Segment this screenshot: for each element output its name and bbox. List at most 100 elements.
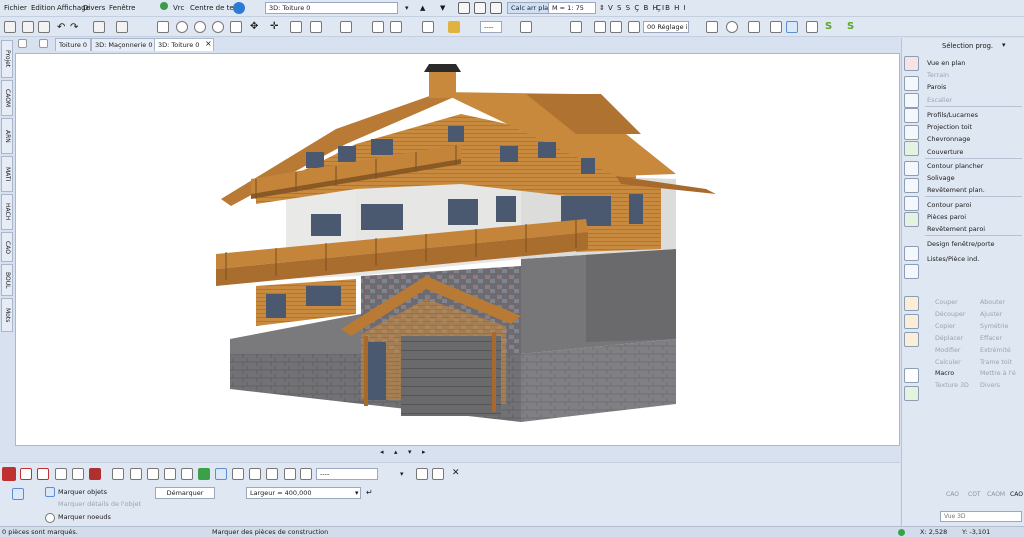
cube-3-icon[interactable] — [164, 468, 176, 480]
vtab-boul[interactable]: BOUL — [1, 264, 13, 296]
house-outline-icon[interactable] — [72, 468, 84, 480]
mark-n-icon[interactable] — [20, 468, 32, 480]
cube-2-icon[interactable] — [147, 468, 159, 480]
binoculars-icon[interactable] — [770, 21, 782, 33]
pencil-icon[interactable] — [448, 21, 460, 33]
arrow-down-icon[interactable]: ▼ — [440, 4, 445, 12]
floor-contour-icon[interactable] — [904, 161, 919, 176]
layer-icon[interactable] — [570, 21, 582, 33]
enter-icon[interactable]: ↵ — [366, 488, 373, 497]
profiles-icon[interactable] — [904, 108, 919, 123]
chevron-down-icon[interactable]: ▾ — [1002, 41, 1006, 49]
edit-tool-icon[interactable] — [904, 296, 919, 311]
mark-s-icon[interactable] — [37, 468, 49, 480]
chevron-down-icon[interactable]: ▾ — [405, 4, 409, 12]
paint-icon[interactable] — [300, 468, 312, 480]
rp-vue-en-plan[interactable]: Vue en plan — [927, 59, 965, 67]
zoom-out-icon[interactable] — [212, 21, 224, 33]
menu-fenetre[interactable]: Fenêtre — [109, 4, 135, 12]
largeur-field[interactable]: Largeur = 400,000 — [246, 487, 361, 499]
mark-icon[interactable] — [2, 467, 16, 481]
line-icon[interactable] — [520, 21, 532, 33]
vtab-mati[interactable]: MATI — [1, 156, 13, 192]
sync-icon[interactable] — [233, 2, 245, 14]
demarquer-button[interactable]: Démarquer — [155, 487, 215, 499]
rp-profils[interactable]: Profils/Lucarnes — [927, 111, 978, 119]
layer-stack-icon[interactable] — [706, 21, 718, 33]
snap-s-icon[interactable]: S — [825, 21, 832, 32]
rp-tab-cao[interactable]: CAO — [946, 491, 959, 498]
edit-tool-3-icon[interactable] — [904, 332, 919, 347]
rp-revetement-paroi[interactable]: Revêtement paroi — [927, 225, 985, 233]
view-select[interactable]: 3D: Toiture 0 — [265, 2, 398, 14]
house-small-icon[interactable] — [55, 468, 67, 480]
rp-tab-cot[interactable]: COT — [968, 491, 981, 498]
snap-s2-icon[interactable]: S — [847, 21, 854, 32]
zoom-icon[interactable] — [176, 21, 188, 33]
move-icon[interactable]: ✛ — [270, 21, 278, 32]
cmd-macro[interactable]: Macro — [935, 370, 954, 377]
close-icon[interactable]: × — [205, 39, 212, 48]
text-style-toggles-2[interactable]: Ç B H I — [656, 4, 687, 12]
red-block-icon[interactable] — [89, 468, 101, 480]
tab-new-icon[interactable] — [39, 39, 48, 48]
close-x-icon[interactable]: ✕ — [452, 468, 460, 478]
texture-cube-icon[interactable] — [904, 386, 919, 401]
view-icon[interactable] — [748, 21, 760, 33]
vtab-caom[interactable]: CAOM — [1, 80, 13, 116]
vtab-hach[interactable]: HACH — [1, 194, 13, 230]
zoom-in-icon[interactable] — [194, 21, 206, 33]
cube-green-icon[interactable] — [198, 468, 210, 480]
chevron-down-icon[interactable]: ▾ — [400, 470, 404, 478]
mark-objects-icon[interactable] — [45, 487, 55, 497]
sym-field[interactable]: ---- — [480, 21, 502, 33]
rp-listes[interactable]: Listes/Pièce ind. — [927, 255, 979, 263]
scale-field[interactable]: M = 1: 75 — [548, 2, 596, 14]
snap-icon[interactable] — [786, 21, 798, 33]
roofing-icon[interactable] — [904, 141, 919, 156]
rp-couverture[interactable]: Couverture — [927, 148, 963, 156]
print-icon[interactable] — [93, 21, 105, 33]
camera-3-icon[interactable] — [432, 468, 444, 480]
roof-projection-icon[interactable] — [904, 125, 919, 140]
hatch-icon[interactable] — [372, 21, 384, 33]
rp-tab-caom[interactable]: CAOM — [987, 491, 1005, 498]
nav-down-icon[interactable]: ▾ — [408, 448, 412, 456]
tab-maconnerie[interactable]: 3D: Maçonnerie 0 — [91, 38, 157, 51]
rp-chevronnage[interactable]: Chevronnage — [927, 135, 970, 143]
lists-icon[interactable] — [904, 264, 919, 279]
user-status-icon[interactable] — [160, 2, 168, 10]
grid-icon[interactable] — [594, 21, 606, 33]
tab-list-icon[interactable] — [18, 39, 27, 48]
cube-1-icon[interactable] — [130, 468, 142, 480]
menu-fichier[interactable]: Fichier — [4, 4, 27, 12]
rp-tab-cao-2[interactable]: CAO — [1010, 491, 1023, 498]
text-icon[interactable] — [390, 21, 402, 33]
wall-contour-icon[interactable] — [904, 196, 919, 211]
plot-icon[interactable] — [116, 21, 128, 33]
settings-select[interactable]: 00 Réglage in — [643, 21, 689, 33]
macro-icon[interactable] — [904, 368, 919, 383]
nav-up-icon[interactable]: ▴ — [394, 448, 398, 456]
mark-nodes-icon[interactable] — [45, 513, 55, 523]
cut-icon[interactable] — [38, 21, 50, 33]
rp-parois[interactable]: Parois — [927, 83, 946, 91]
vtab-mots[interactable]: Mots — [1, 298, 13, 332]
tab-toiture[interactable]: Toiture 0 — [55, 38, 92, 51]
open-folder-icon[interactable] — [4, 21, 16, 33]
camera-icon[interactable] — [232, 468, 244, 480]
vtab-arn[interactable]: ARN — [1, 118, 13, 154]
3d-viewport[interactable] — [15, 53, 900, 446]
tools-icon[interactable] — [904, 246, 919, 261]
opt-marquer-objets[interactable]: Marquer objets — [58, 488, 107, 496]
rp-revetement-plan[interactable]: Revêtement plan. — [927, 186, 985, 194]
axis-icon[interactable] — [157, 21, 169, 33]
cube-4-icon[interactable] — [181, 468, 193, 480]
vtab-cao[interactable]: CAO — [1, 232, 13, 262]
edit-tool-2-icon[interactable] — [904, 314, 919, 329]
bottom-field[interactable]: ---- — [316, 468, 378, 480]
vtab-projet[interactable]: Projet — [1, 40, 13, 78]
measure-icon[interactable] — [310, 21, 322, 33]
plan-view-icon[interactable] — [904, 56, 919, 71]
opt-marquer-noeuds[interactable]: Marquer noeuds — [58, 513, 111, 521]
